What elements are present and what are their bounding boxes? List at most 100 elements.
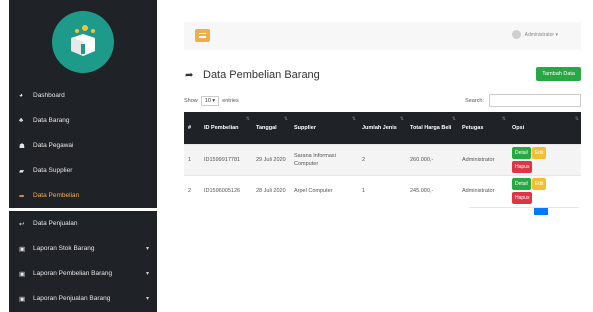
- sort-icon: ⇅: [451, 116, 456, 122]
- cell-tanggal: 28 Juli 2020: [252, 174, 290, 206]
- sidebar-item-data-penjualan[interactable]: ↩ Data Penjualan: [9, 211, 157, 236]
- cell-petugas: Administrator: [458, 174, 508, 206]
- edit-button[interactable]: Edit: [531, 177, 547, 190]
- report-icon: ▣: [19, 270, 26, 278]
- logo-area: [9, 0, 157, 83]
- cell-actions: Detail Edit Hapus: [508, 174, 581, 206]
- search-input[interactable]: [489, 94, 581, 107]
- table-row: 2 ID1596005126 28 Juli 2020 Arpel Comput…: [184, 174, 581, 206]
- hamburger-icon: [199, 33, 206, 38]
- add-data-button[interactable]: Tambah Data: [536, 67, 581, 81]
- entries-select[interactable]: 10 ▾: [200, 96, 220, 106]
- user-menu-label: Administrator ▾: [524, 31, 558, 38]
- column-header-supplier[interactable]: Supplier ⇅: [290, 112, 358, 144]
- column-header-jumlah[interactable]: Jumlah Jenis ⇅: [358, 112, 406, 144]
- sort-icon: ⇅: [501, 116, 506, 122]
- chevron-down-icon: ▾: [145, 296, 149, 302]
- column-header-opsi[interactable]: Opsi ⇅: [508, 112, 581, 144]
- cell-supplier: Sarana Informasi Computer: [290, 143, 358, 175]
- entries-select-value: 10: [204, 98, 211, 104]
- sort-icon: ⇅: [351, 116, 356, 122]
- column-header-tanggal[interactable]: Tanggal ⇅: [252, 112, 290, 144]
- cell-jumlah: 2: [358, 143, 406, 175]
- search-wrap: Search:: [465, 94, 581, 107]
- app-logo[interactable]: [52, 10, 114, 73]
- sidebar-item-label: Data Pegawai: [33, 142, 74, 149]
- report-icon: ▣: [19, 295, 26, 303]
- sidebar-item-label: Data Supplier: [33, 167, 73, 174]
- detail-button[interactable]: Detail: [512, 146, 531, 159]
- report-icon: ▣: [19, 245, 26, 253]
- pagination: [469, 207, 579, 215]
- sidebar-item-laporan-stok[interactable]: ▣ Laporan Stok Barang ▾: [9, 236, 157, 261]
- share-icon: ➦: [19, 192, 25, 200]
- title-row: ➦ Data Pembelian Barang Tambah Data: [184, 67, 581, 84]
- truck-icon: ▰: [19, 167, 24, 175]
- page-title: Data Pembelian Barang: [203, 69, 320, 81]
- edit-button[interactable]: Edit: [531, 146, 547, 159]
- sidebar-menu: ◕ Dashboard ♣ Data Barang ☗ Data Pegawai…: [9, 83, 157, 208]
- boxes-icon: ♣: [19, 117, 24, 124]
- table-controls: Show 10 ▾ entries Search:: [184, 94, 581, 108]
- chevron-down-icon: ▾: [145, 271, 149, 277]
- column-header-id[interactable]: ID Pembelian ⇅: [200, 112, 252, 144]
- table-header-row: # ID Pembelian ⇅ Tanggal ⇅ Supplier ⇅ Jumla…: [184, 112, 581, 144]
- column-header-total[interactable]: Total Harga Beli ⇅: [406, 112, 458, 144]
- main-content: Administrator ▾ ➦ Data Pembelian Barang …: [157, 0, 593, 312]
- app-page: ◕ Dashboard ♣ Data Barang ☗ Data Pegawai…: [0, 0, 593, 312]
- cell-actions: Detail Edit Hapus: [508, 143, 581, 175]
- sort-icon: ⇅: [245, 116, 250, 122]
- sidebar-item-dashboard[interactable]: ◕ Dashboard: [9, 83, 157, 108]
- topbar: Administrator ▾: [184, 22, 581, 50]
- sort-icon: ⇅: [283, 116, 288, 122]
- delete-button[interactable]: Hapus: [512, 191, 533, 204]
- cell-id: ID1596005126: [200, 174, 252, 206]
- cell-tanggal: 29 Juli 2020: [252, 143, 290, 175]
- sidebar-item-label: Dashboard: [33, 92, 65, 99]
- purchase-table: # ID Pembelian ⇅ Tanggal ⇅ Supplier ⇅ Jumla…: [184, 112, 581, 206]
- sidebar-item-data-supplier[interactable]: ▰ Data Supplier: [9, 158, 157, 183]
- sidebar-item-label: Data Pembelian: [33, 192, 80, 199]
- users-icon: ☗: [19, 142, 25, 150]
- search-label: Search:: [465, 97, 484, 104]
- cell-jumlah: 1: [358, 174, 406, 206]
- sidebar-item-label: Data Penjualan: [33, 220, 78, 227]
- sidebar-item-label: Data Barang: [33, 117, 70, 124]
- box-logo-icon: [71, 24, 95, 56]
- pagination-active-page[interactable]: [534, 208, 548, 215]
- sidebar-item-data-pegawai[interactable]: ☗ Data Pegawai: [9, 133, 157, 158]
- sidebar-item-label: Laporan Pembelian Barang: [33, 270, 113, 277]
- sidebar-item-label: Laporan Stok Barang: [33, 245, 95, 252]
- table-row: 1 ID1599917781 29 Juli 2020 Sarana Infor…: [184, 143, 581, 175]
- chevron-down-icon: ▾: [145, 246, 149, 252]
- avatar: [511, 30, 521, 39]
- sidebar: ◕ Dashboard ♣ Data Barang ☗ Data Pegawai…: [9, 0, 157, 312]
- sidebar-item-laporan-pembelian[interactable]: ▣ Laporan Pembelian Barang ▾: [9, 261, 157, 286]
- show-label: Show: [184, 98, 198, 104]
- sidebar-item-data-barang[interactable]: ♣ Data Barang: [9, 108, 157, 133]
- cell-id: ID1599917781: [200, 143, 252, 175]
- cell-no: 1: [184, 143, 200, 175]
- detail-button[interactable]: Detail: [512, 177, 531, 190]
- entries-label: entries: [222, 98, 239, 104]
- cell-total: 245.000,-: [406, 174, 458, 206]
- sidebar-item-label: Laporan Penjualan Barang: [33, 295, 111, 302]
- show-entries: Show 10 ▾ entries: [184, 96, 239, 106]
- cell-petugas: Administrator: [458, 143, 508, 175]
- sidebar-menu-reports: ↩ Data Penjualan ▣ Laporan Stok Barang ▾…: [9, 211, 157, 311]
- sidebar-item-laporan-penjualan[interactable]: ▣ Laporan Penjualan Barang ▾: [9, 286, 157, 311]
- column-header-petugas[interactable]: Petugas ⇅: [458, 112, 508, 144]
- reply-icon: ↩: [19, 220, 25, 228]
- cell-supplier: Arpel Computer: [290, 174, 358, 206]
- dashboard-icon: ◕: [19, 92, 23, 99]
- sidebar-toggle-button[interactable]: [195, 29, 210, 42]
- sidebar-item-data-pembelian[interactable]: ➦ Data Pembelian: [9, 183, 157, 208]
- share-icon: ➦: [185, 70, 194, 81]
- delete-button[interactable]: Hapus: [512, 160, 533, 173]
- sort-icon: ⇅: [399, 116, 404, 122]
- cell-total: 260.000,-: [406, 143, 458, 175]
- user-menu[interactable]: Administrator ▾: [511, 30, 558, 39]
- sort-icon: ⇅: [574, 116, 579, 122]
- cell-no: 2: [184, 174, 200, 206]
- column-header-no[interactable]: #: [184, 112, 200, 144]
